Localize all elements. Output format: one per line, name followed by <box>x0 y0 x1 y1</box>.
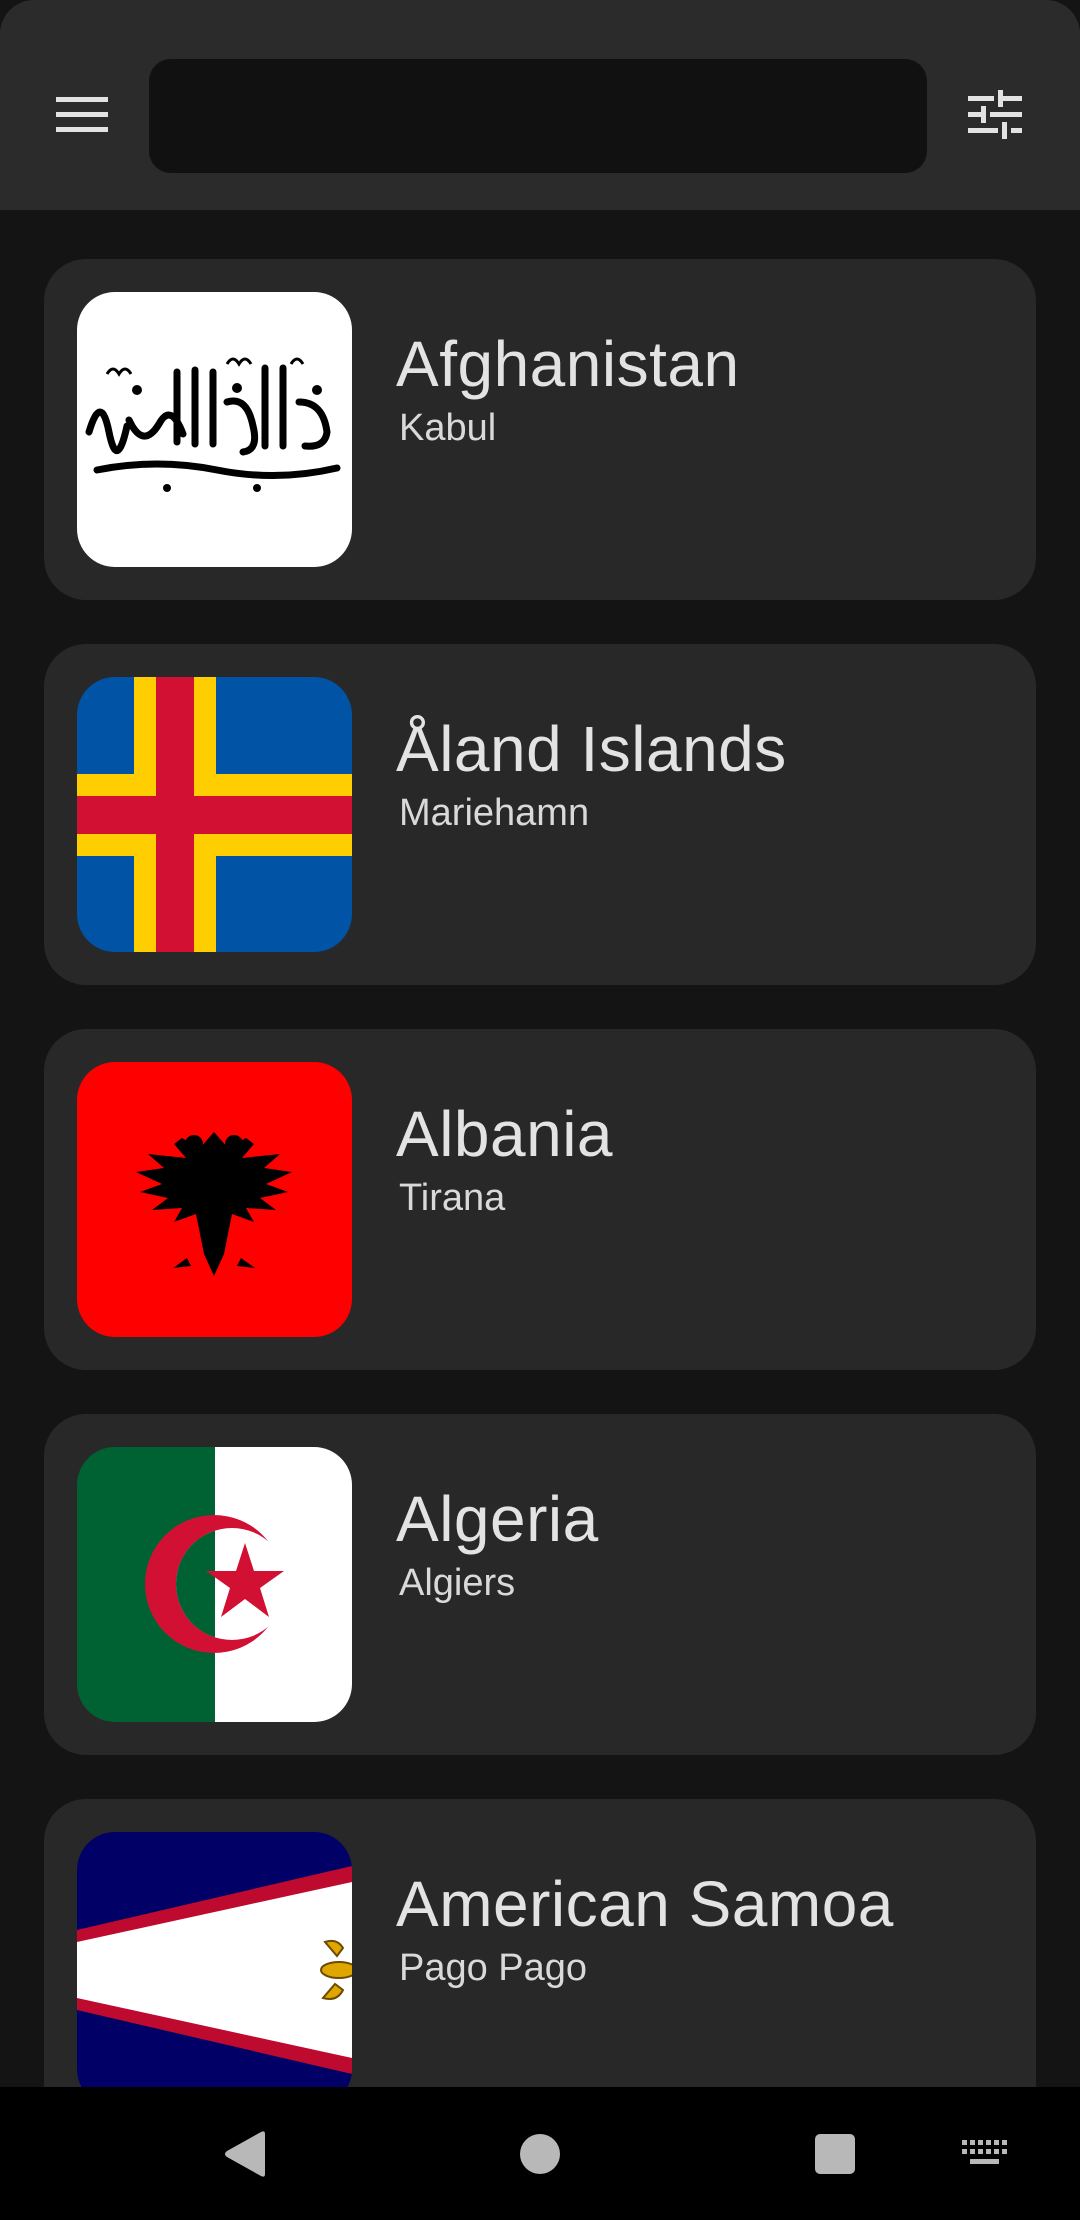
hamburger-menu-icon <box>56 97 108 132</box>
country-card[interactable]: Algeria Algiers <box>44 1414 1036 1755</box>
system-navigation-bar <box>0 2087 1080 2220</box>
home-circle-icon <box>520 2133 560 2174</box>
capital-name: Kabul <box>399 407 497 449</box>
country-name: Åland Islands <box>396 713 787 785</box>
keyboard-switch-button[interactable] <box>950 2087 1020 2220</box>
capital-name: Tirana <box>399 1177 506 1219</box>
country-name: Afghanistan <box>396 328 740 400</box>
filter-button[interactable] <box>955 80 1035 150</box>
country-card[interactable]: Åland Islands Mariehamn <box>44 644 1036 985</box>
menu-button[interactable] <box>42 80 122 150</box>
search-input[interactable] <box>149 59 927 173</box>
recents-square-icon <box>815 2133 855 2174</box>
tune-sliders-icon <box>968 90 1022 139</box>
home-button[interactable] <box>505 2087 575 2220</box>
keyboard-icon <box>962 2139 1007 2164</box>
country-card[interactable]: Albania Tirana <box>44 1029 1036 1370</box>
capital-name: Pago Pago <box>399 1947 588 1989</box>
back-button[interactable] <box>210 2087 280 2220</box>
country-name: Algeria <box>396 1483 599 1555</box>
american-samoa-flag-icon <box>77 1832 352 2087</box>
country-name: American Samoa <box>396 1868 894 1940</box>
capital-name: Mariehamn <box>399 792 590 834</box>
capital-name: Algiers <box>399 1562 516 1604</box>
recents-button[interactable] <box>800 2087 870 2220</box>
back-triangle-icon <box>225 2130 265 2177</box>
aland-islands-flag-icon <box>77 677 352 952</box>
app-screen: Afghanistan Kabul Åland Islands Marieham… <box>0 0 1080 2220</box>
country-name: Albania <box>396 1098 613 1170</box>
afghanistan-flag-icon <box>77 292 352 567</box>
country-list[interactable]: Afghanistan Kabul Åland Islands Marieham… <box>0 210 1080 2087</box>
country-card[interactable]: American Samoa Pago Pago <box>44 1799 1036 2087</box>
top-app-bar <box>0 0 1080 210</box>
country-card[interactable]: Afghanistan Kabul <box>44 259 1036 600</box>
algeria-flag-icon <box>77 1447 352 1722</box>
albania-flag-icon <box>77 1062 352 1337</box>
